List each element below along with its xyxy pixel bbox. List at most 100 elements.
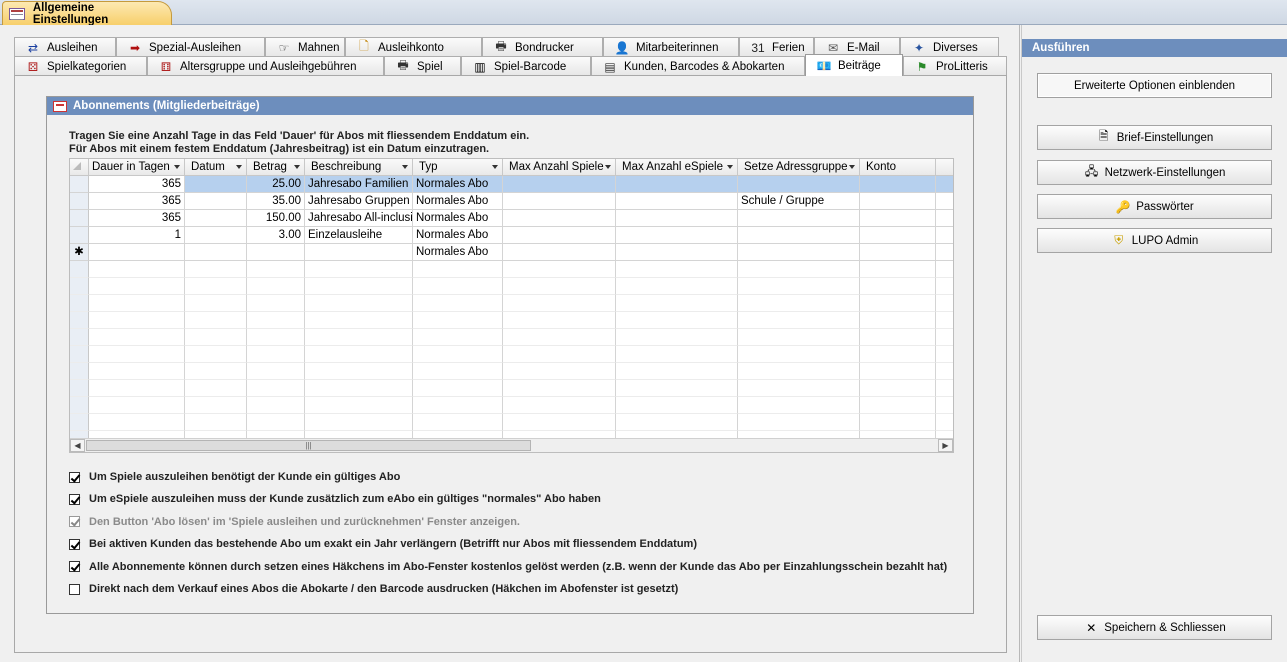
grid-cell[interactable] <box>860 210 936 227</box>
grid-cell[interactable]: Einzelausleihe <box>305 227 413 244</box>
option-4[interactable]: Bei aktiven Kunden das bestehende Abo um… <box>69 538 697 550</box>
empty-row[interactable] <box>70 312 953 329</box>
tab-spiel-barcode[interactable]: ▥ Spiel-Barcode <box>461 56 591 76</box>
grid-cell[interactable]: 1 <box>89 227 185 244</box>
grid-cell[interactable]: Normales Abo <box>413 176 503 193</box>
record-selector[interactable] <box>70 295 89 312</box>
column-header[interactable]: Datum <box>185 159 247 176</box>
column-header[interactable]: Konto <box>860 159 936 176</box>
grid-cell[interactable] <box>503 176 616 193</box>
save-close-button[interactable]: ✕ Speichern & Schliessen <box>1037 615 1272 640</box>
grid-cell[interactable]: Normales Abo <box>413 193 503 210</box>
empty-row[interactable] <box>70 261 953 278</box>
grid-cell[interactable] <box>616 176 738 193</box>
tab-spielkategorien[interactable]: ⚄ Spielkategorien <box>14 56 147 76</box>
tab-kunden-barcodes-abokarten[interactable]: ▤ Kunden, Barcodes & Abokarten <box>591 56 805 76</box>
grid-cell[interactable] <box>936 210 953 227</box>
filter-dropdown-icon[interactable] <box>174 165 180 169</box>
letter-settings-button[interactable]: 🗎 Brief-Einstellungen <box>1037 125 1272 150</box>
grid-cell[interactable] <box>185 193 247 210</box>
record-selector[interactable] <box>70 380 89 397</box>
option-6[interactable]: Direkt nach dem Verkauf eines Abos die A… <box>69 583 678 595</box>
tab-diverses[interactable]: ✦ Diverses <box>900 37 999 57</box>
record-selector[interactable] <box>70 227 89 244</box>
grid-cell[interactable] <box>936 176 953 193</box>
grid-cell[interactable]: 365 <box>89 210 185 227</box>
tab-ausleihen[interactable]: ⇄ Ausleihen <box>14 37 116 57</box>
tab-mitarbeiterinnen[interactable]: 👤 Mitarbeiterinnen <box>603 37 739 57</box>
lupo-admin-button[interactable]: ⛨ LUPO Admin <box>1037 228 1272 253</box>
column-header[interactable]: Max Anzahl Spiele <box>503 159 616 176</box>
scroll-right-button[interactable]: ▶ <box>938 439 953 452</box>
grid-cell[interactable] <box>185 227 247 244</box>
scroll-left-button[interactable]: ◀ <box>70 439 85 452</box>
checkbox[interactable] <box>69 561 80 573</box>
option-5[interactable]: Alle Abonnemente können durch setzen ein… <box>69 561 947 573</box>
network-settings-button[interactable]: 🖧 Netzwerk-Einstellungen <box>1037 160 1272 185</box>
grid-cell[interactable]: Jahresabo Gruppen <box>305 193 413 210</box>
grid-cell[interactable]: Jahresabo All-inclusive <box>305 210 413 227</box>
column-header[interactable]: Betrag <box>247 159 305 176</box>
filter-dropdown-icon[interactable] <box>605 165 611 169</box>
grid-cell[interactable]: Normales Abo <box>413 244 503 261</box>
grid-cell[interactable] <box>89 244 185 261</box>
grid-cell[interactable]: Schule / Gruppe <box>738 193 860 210</box>
grid-cell[interactable] <box>860 227 936 244</box>
checkbox[interactable] <box>69 493 80 505</box>
record-selector[interactable] <box>70 312 89 329</box>
grid-cell[interactable] <box>616 210 738 227</box>
record-selector[interactable] <box>70 414 89 431</box>
grid-cell[interactable] <box>738 227 860 244</box>
grid-cell[interactable] <box>936 244 953 261</box>
grid-cell[interactable]: 150.00 <box>247 210 305 227</box>
record-selector[interactable]: ✱ <box>70 244 89 261</box>
tab-mahnen[interactable]: ☞ Mahnen <box>265 37 345 57</box>
table-row[interactable]: 365 150.00Jahresabo All-inclusiveNormales… <box>70 210 953 227</box>
filter-dropdown-icon[interactable] <box>294 165 300 169</box>
filter-dropdown-icon[interactable] <box>492 165 498 169</box>
table-row[interactable]: 365 35.00 Jahresabo Gruppen Normales Abo Sch… <box>70 193 953 210</box>
select-all-corner[interactable] <box>70 159 89 176</box>
record-selector[interactable] <box>70 397 89 414</box>
grid-cell[interactable]: 365 <box>89 176 185 193</box>
tab-spezial-ausleihen[interactable]: ➡ Spezial-Ausleihen <box>116 37 265 57</box>
record-selector[interactable] <box>70 193 89 210</box>
scroll-thumb[interactable]: ||| <box>86 440 531 451</box>
tab-spiel[interactable]: 🖶 Spiel <box>384 56 461 76</box>
empty-row[interactable] <box>70 363 953 380</box>
grid-cell[interactable]: 3.00 <box>247 227 305 244</box>
grid-cell[interactable] <box>185 244 247 261</box>
grid-cell[interactable] <box>616 227 738 244</box>
grid-cell[interactable] <box>616 193 738 210</box>
filter-dropdown-icon[interactable] <box>727 165 733 169</box>
empty-row[interactable] <box>70 278 953 295</box>
record-selector[interactable] <box>70 363 89 380</box>
empty-row[interactable] <box>70 295 953 312</box>
grid-cell[interactable] <box>503 227 616 244</box>
table-row[interactable]: 1 3.00 Einzelausleihe Normales Abo <box>70 227 953 244</box>
passwords-button[interactable]: 🔑 Passwörter <box>1037 194 1272 219</box>
checkbox[interactable] <box>69 471 80 483</box>
column-header[interactable] <box>936 159 953 176</box>
filter-dropdown-icon[interactable] <box>402 165 408 169</box>
filter-dropdown-icon[interactable] <box>236 165 242 169</box>
column-header[interactable]: Max Anzahl eSpiele <box>616 159 738 176</box>
option-1[interactable]: Um Spiele auszuleihen benötigt der Kunde… <box>69 471 400 483</box>
empty-row[interactable] <box>70 397 953 414</box>
grid-cell[interactable] <box>185 210 247 227</box>
grid-cell[interactable] <box>738 244 860 261</box>
grid-cell[interactable]: 35.00 <box>247 193 305 210</box>
grid-cell[interactable] <box>503 244 616 261</box>
column-header[interactable]: Beschreibung <box>305 159 413 176</box>
grid-cell[interactable] <box>936 227 953 244</box>
option-2[interactable]: Um eSpiele auszuleihen muss der Kunde zu… <box>69 493 601 505</box>
grid-header-row[interactable]: Dauer in Tagen Datum Betrag Beschreibung Typ… <box>70 159 953 176</box>
grid-cell[interactable]: 365 <box>89 193 185 210</box>
checkbox[interactable] <box>69 538 80 550</box>
abonnements-datasheet[interactable]: 365 25.00 Jahresabo Familien Normales Abo 36… <box>69 158 954 453</box>
grid-cell[interactable] <box>185 176 247 193</box>
empty-row[interactable] <box>70 380 953 397</box>
grid-cell[interactable]: Normales Abo <box>413 210 503 227</box>
tab-ferien[interactable]: 31 Ferien <box>739 37 814 57</box>
document-tab[interactable]: Allgemeine Einstellungen <box>2 1 172 26</box>
